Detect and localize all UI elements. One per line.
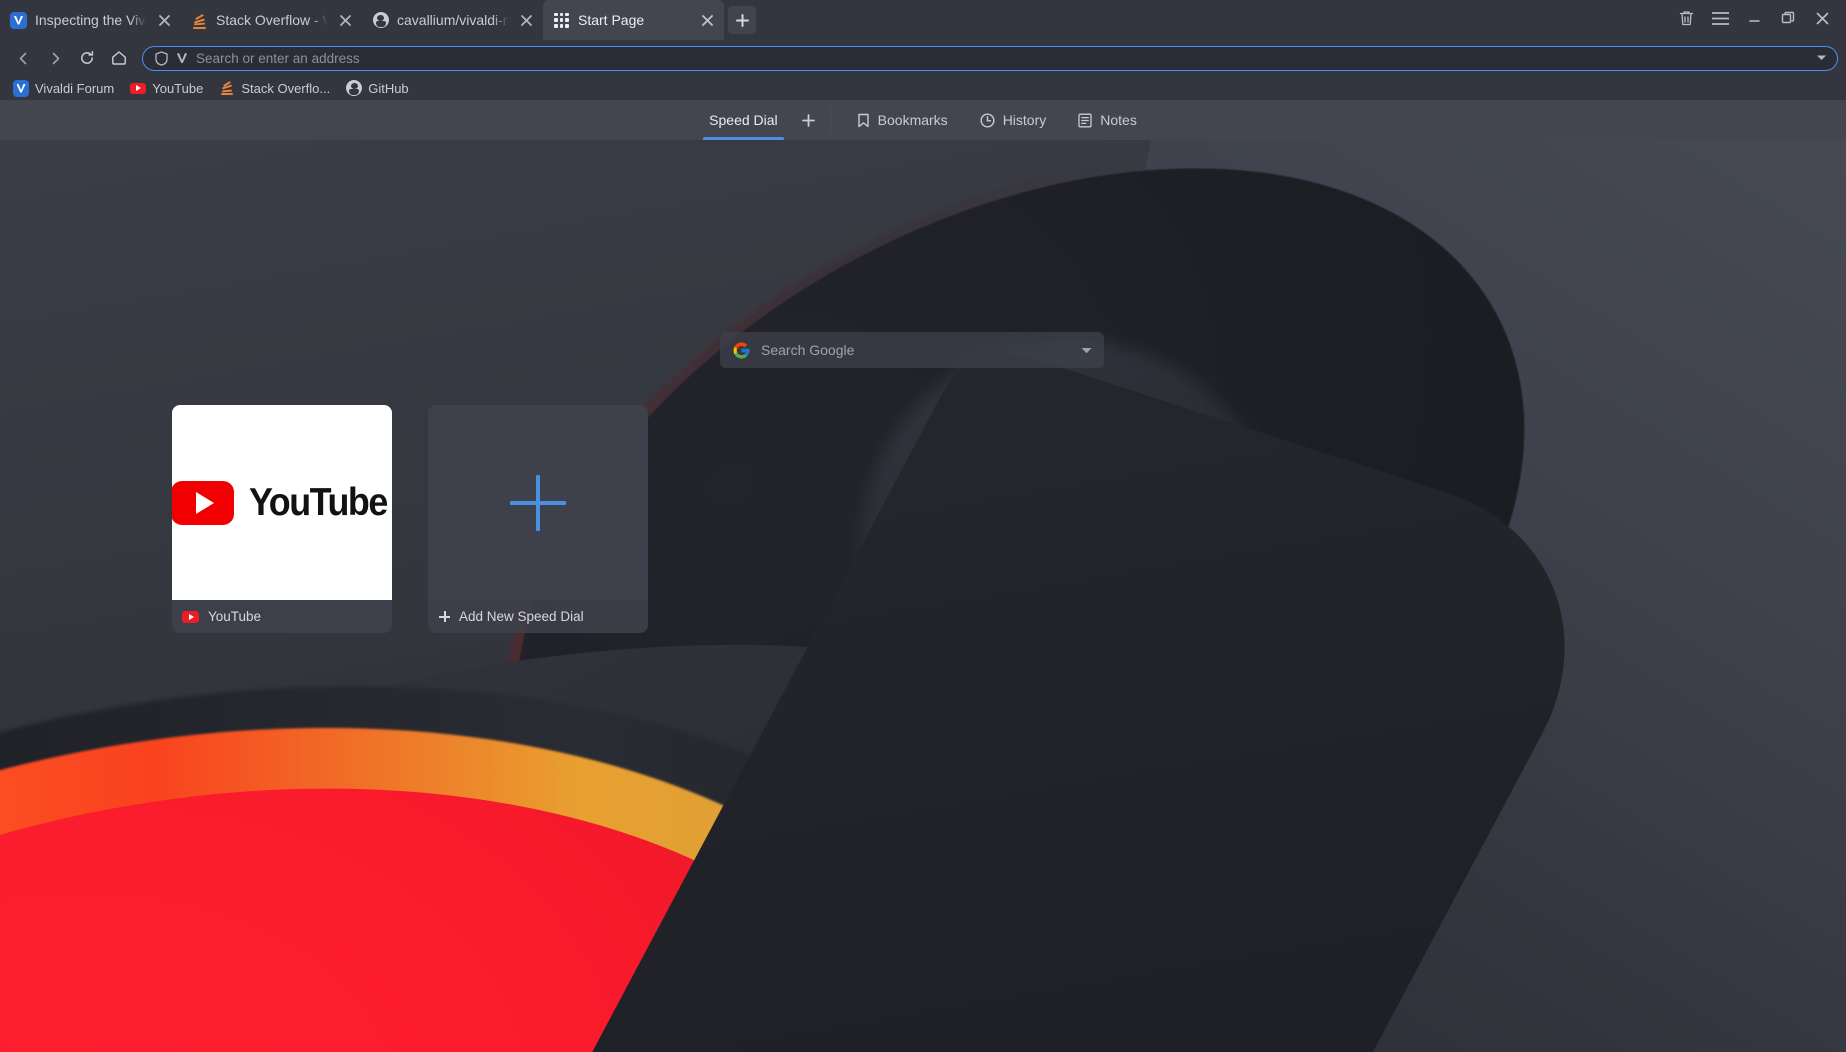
vivaldi-v-icon (175, 51, 189, 65)
trash-icon[interactable] (1670, 4, 1702, 32)
speed-dial-grid-icon (553, 12, 570, 29)
address-input-placeholder[interactable]: Search or enter an address (196, 51, 1809, 66)
start-page-nav: Speed Dial Bookmarks History Notes (0, 100, 1846, 140)
vivaldi-icon (13, 79, 29, 97)
caret-down-icon[interactable] (1081, 347, 1092, 354)
youtube-icon (182, 610, 199, 623)
add-speed-dial-group-button[interactable] (794, 100, 824, 140)
chevron-down-icon[interactable] (1816, 54, 1827, 62)
browser-tab[interactable]: Stack Overflow - Wher (181, 0, 362, 40)
home-button[interactable] (104, 44, 134, 72)
close-icon[interactable] (698, 11, 716, 29)
clock-icon (980, 112, 995, 128)
bookmark-icon (857, 113, 870, 128)
maximize-icon[interactable] (1772, 4, 1804, 32)
tab-label: Speed Dial (709, 112, 778, 128)
tab-strip: Inspecting the Vivaldi U Stack Overflow … (0, 0, 756, 40)
tab-bookmarks[interactable]: Bookmarks (841, 100, 964, 140)
bookmarks-bar: Vivaldi Forum YouTube Stack Overflo... G… (0, 76, 1846, 100)
tab-label: Notes (1100, 112, 1137, 128)
add-speed-dial-thumbnail (428, 405, 648, 600)
bookmark-item-github[interactable]: GitHub (339, 78, 415, 99)
tab-title: cavallium/vivaldi-mod- (397, 12, 509, 28)
minimize-icon[interactable] (1738, 4, 1770, 32)
browser-tab[interactable]: Inspecting the Vivaldi U (0, 0, 181, 40)
start-page-body: Search Google YouTube YouTube Add New Sp… (0, 140, 1846, 1052)
speed-dial-thumbnail: YouTube (172, 405, 392, 600)
bookmark-label: Stack Overflo... (241, 80, 331, 96)
bookmark-item-stack-overflow[interactable]: Stack Overflo... (212, 78, 337, 99)
plus-icon (510, 474, 566, 531)
close-icon[interactable] (517, 11, 535, 29)
youtube-logo-icon: YouTube (172, 480, 392, 525)
back-button[interactable] (8, 44, 38, 72)
browser-tab-active[interactable]: Start Page (543, 0, 724, 40)
reload-button[interactable] (72, 44, 102, 72)
google-icon (732, 341, 751, 360)
github-icon (372, 12, 389, 29)
speed-dial-grid: YouTube YouTube Add New Speed Dial (172, 405, 648, 633)
start-page: Speed Dial Bookmarks History Notes Searc… (0, 100, 1846, 1052)
bookmark-item-vivaldi-forum[interactable]: Vivaldi Forum (6, 78, 121, 99)
forward-button[interactable] (40, 44, 70, 72)
search-field[interactable]: Search Google (720, 332, 1104, 368)
github-icon (346, 80, 363, 96)
address-bar[interactable]: Search or enter an address (142, 45, 1838, 71)
tab-title: Stack Overflow - Wher (216, 12, 328, 28)
bookmark-label: GitHub (368, 80, 409, 96)
tab-bar: Inspecting the Vivaldi U Stack Overflow … (0, 0, 1846, 40)
stackoverflow-icon (219, 80, 235, 96)
bookmark-label: YouTube (152, 80, 204, 96)
address-toolbar: Search or enter an address (0, 40, 1846, 76)
speed-dial-title: YouTube (208, 609, 262, 624)
window-controls (1670, 0, 1846, 40)
speed-dial-label-row: YouTube (172, 600, 392, 633)
stackoverflow-icon (191, 12, 208, 29)
tab-title: Inspecting the Vivaldi U (35, 12, 147, 28)
close-icon[interactable] (155, 11, 173, 29)
new-tab-button[interactable] (728, 6, 756, 34)
bookmark-item-youtube[interactable]: YouTube (123, 78, 210, 99)
tab-label: History (1002, 112, 1047, 128)
notes-icon (1078, 113, 1092, 128)
speed-dial-youtube[interactable]: YouTube YouTube (172, 405, 392, 633)
add-speed-dial-label-row: Add New Speed Dial (428, 600, 648, 633)
nav-divider (829, 106, 831, 134)
search-input-placeholder[interactable]: Search Google (761, 342, 1071, 358)
bookmark-label: Vivaldi Forum (35, 80, 115, 96)
add-speed-dial-title: Add New Speed Dial (459, 609, 584, 624)
tab-notes[interactable]: Notes (1062, 100, 1153, 140)
menu-icon[interactable] (1704, 4, 1736, 32)
tab-label: Bookmarks (877, 112, 948, 128)
vivaldi-icon (10, 11, 27, 29)
browser-tab[interactable]: cavallium/vivaldi-mod- (362, 0, 543, 40)
add-new-speed-dial[interactable]: Add New Speed Dial (428, 405, 648, 633)
plus-icon (439, 611, 450, 622)
tab-title: Start Page (578, 12, 645, 28)
youtube-icon (130, 80, 147, 96)
tab-speed-dial[interactable]: Speed Dial (693, 100, 794, 140)
close-icon[interactable] (1806, 4, 1838, 32)
tab-history[interactable]: History (964, 100, 1063, 140)
shield-icon (155, 50, 168, 66)
close-icon[interactable] (336, 11, 354, 29)
